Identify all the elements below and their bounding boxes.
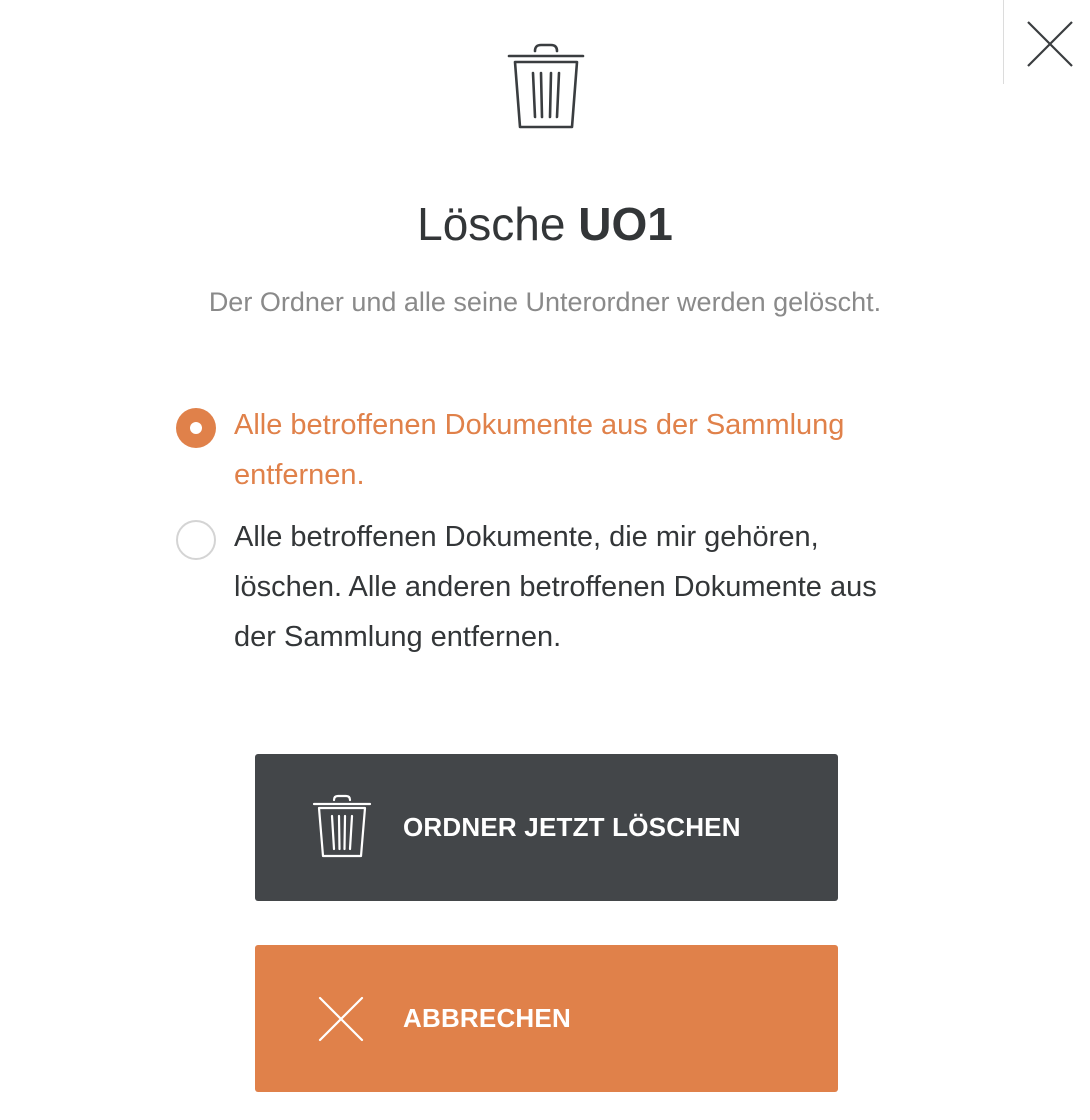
delete-folder-dialog: Lösche UO1 Der Ordner und alle seine Unt…: [0, 0, 1090, 1120]
close-divider: [1003, 0, 1004, 84]
radio-selected[interactable]: [176, 408, 216, 448]
option-label: Alle betroffenen Dokumente, die mir gehö…: [234, 521, 877, 653]
trash-icon: [507, 43, 585, 129]
option-label: Alle betroffenen Dokumente aus der Samml…: [234, 409, 845, 491]
title-prefix: Lösche: [417, 198, 579, 250]
delete-button-label: ORDNER JETZT LÖSCHEN: [403, 812, 741, 842]
option-remove-from-collection[interactable]: Alle betroffenen Dokumente aus der Samml…: [176, 400, 896, 500]
cancel-button[interactable]: ABBRECHEN: [255, 945, 838, 1092]
delete-folder-button[interactable]: ORDNER JETZT LÖSCHEN: [255, 754, 838, 901]
close-icon: [318, 996, 364, 1042]
dialog-subtitle: Der Ordner und alle seine Unterordner we…: [208, 287, 882, 317]
close-icon: [1027, 21, 1073, 67]
option-delete-owned-documents[interactable]: Alle betroffenen Dokumente, die mir gehö…: [176, 512, 896, 662]
trash-icon: [312, 794, 372, 858]
cancel-button-label: ABBRECHEN: [403, 1003, 571, 1033]
folder-name: UO1: [578, 198, 673, 250]
dialog-title: Lösche UO1: [0, 194, 1090, 254]
close-button[interactable]: [1018, 12, 1082, 76]
radio-unselected[interactable]: [176, 520, 216, 560]
